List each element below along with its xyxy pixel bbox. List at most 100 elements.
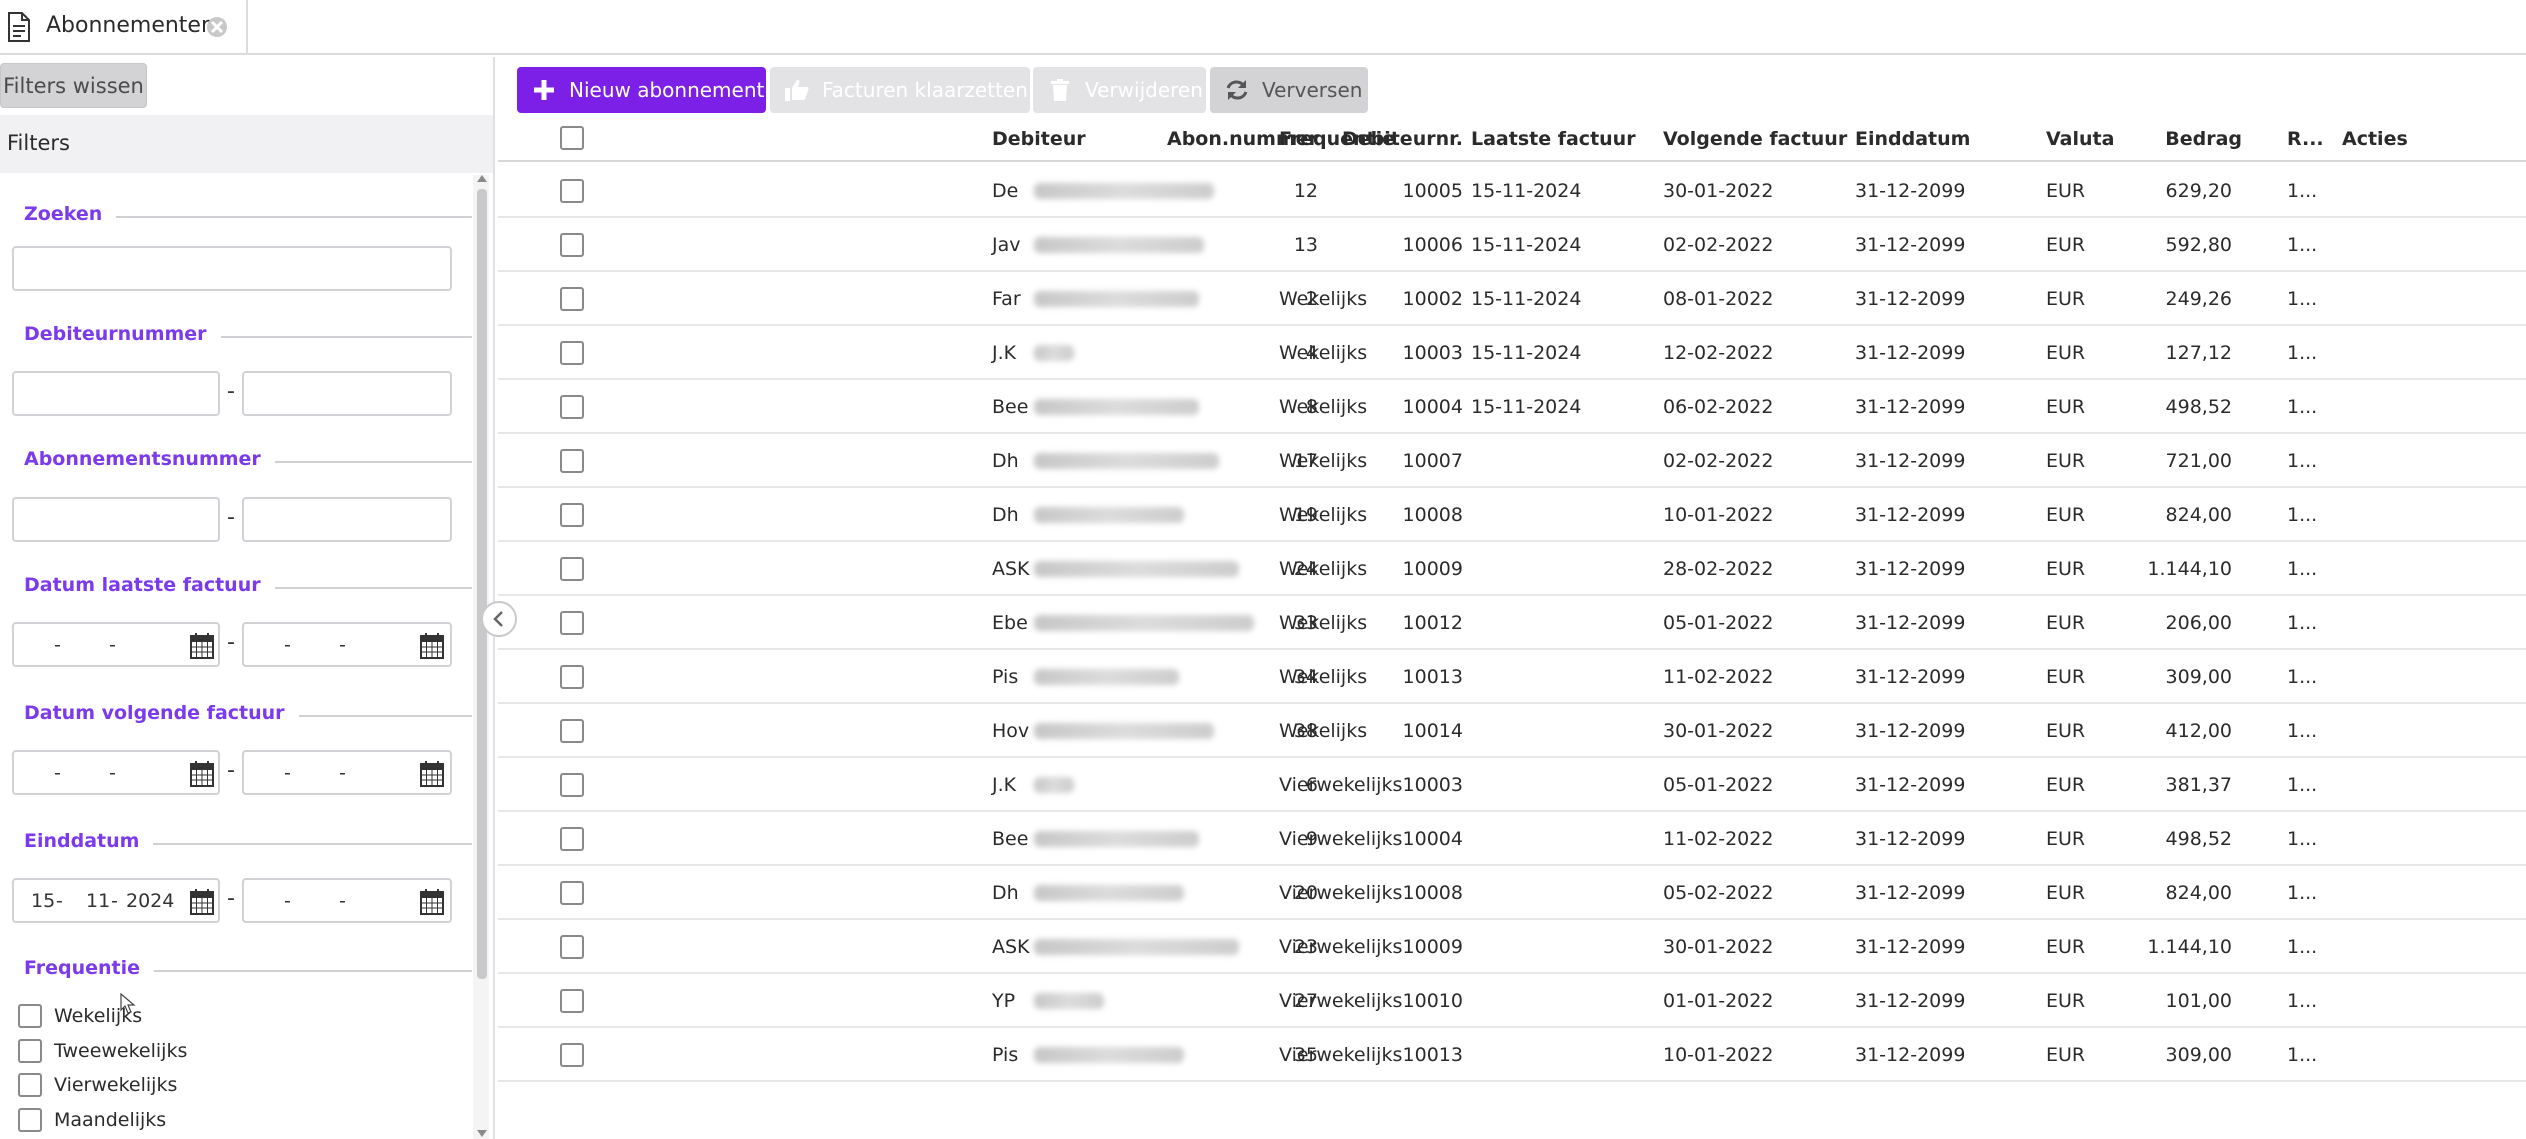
row-checkbox[interactable]	[560, 935, 584, 959]
delete-button[interactable]: Verwijderen	[1033, 67, 1206, 113]
section-title: Zoeken	[24, 203, 117, 225]
table-row[interactable]: 34 10013 Pis Wekelijks 11-02-2022 31-12-2099 E…	[498, 650, 2526, 704]
column-header-last-invoice[interactable]: Laatste factuur	[1471, 128, 1636, 150]
row-checkbox[interactable]	[560, 827, 584, 851]
row-checkbox[interactable]	[560, 233, 584, 257]
column-header-amount[interactable]: Bedrag	[2165, 128, 2242, 150]
last-invoice-date-from-input[interactable]: - -	[12, 622, 220, 667]
column-header-frequency[interactable]: Frequentie	[1279, 128, 1395, 150]
table-row[interactable]: 33 10012 Ebe Wekelijks 05-01-2022 31-12-2099 E…	[498, 596, 2526, 650]
row-checkbox[interactable]	[560, 449, 584, 473]
subscription-number-to-input[interactable]	[242, 497, 452, 542]
row-checkbox[interactable]	[560, 179, 584, 203]
sidebar-scrollbar-thumb[interactable]	[477, 189, 487, 979]
calendar-icon[interactable]	[190, 633, 214, 659]
table-row[interactable]: 19 10008 Dh Wekelijks 10-01-2022 31-12-2099 EU…	[498, 488, 2526, 542]
cell-debtor-number: 10010	[1402, 990, 1463, 1012]
table-row[interactable]: 24 10009 ASK Wekelijks 28-02-2022 31-12-2099 E…	[498, 542, 2526, 596]
table-row[interactable]: 12 10005 De 15-11-2024 30-01-2022 31-12-2099 E…	[498, 164, 2526, 218]
table-row[interactable]: 23 10009 ASK Vierwekelijks 30-01-2022 31-12-2…	[498, 920, 2526, 974]
subscription-number-from-input[interactable]	[12, 497, 220, 542]
table-row[interactable]: 27 10010 YP Vierwekelijks 01-01-2022 31-12-20…	[498, 974, 2526, 1028]
column-header-r[interactable]: R...	[2287, 128, 2324, 150]
cell-next-invoice: 02-02-2022	[1663, 234, 1774, 256]
table-row[interactable]: 13 10006 Jav 15-11-2024 02-02-2022 31-12-2099…	[498, 218, 2526, 272]
collapse-sidebar-button[interactable]	[481, 601, 517, 637]
row-checkbox[interactable]	[560, 665, 584, 689]
new-subscription-button[interactable]: Nieuw abonnement	[517, 67, 766, 113]
checkbox[interactable]	[18, 1004, 42, 1028]
tab-abonnementen[interactable]: Abonnementen	[0, 0, 248, 55]
row-checkbox[interactable]	[560, 773, 584, 797]
end-date-to-input[interactable]: - -	[242, 878, 452, 923]
next-invoice-date-from-input[interactable]: - -	[12, 750, 220, 795]
table-row[interactable]: 20 10008 Dh Vierwekelijks 05-02-2022 31-12-20…	[498, 866, 2526, 920]
column-header-next-invoice[interactable]: Volgende factuur	[1663, 128, 1847, 150]
cell-r: 1...	[2287, 450, 2318, 472]
checkbox[interactable]	[18, 1108, 42, 1132]
cell-debtor-number: 10007	[1402, 450, 1463, 472]
cell-next-invoice: 08-01-2022	[1663, 288, 1774, 310]
select-all-checkbox[interactable]	[560, 126, 584, 150]
checkbox[interactable]	[18, 1073, 42, 1097]
row-checkbox[interactable]	[560, 719, 584, 743]
table-row[interactable]: 38 10014 Hov Wekelijks 30-01-2022 31-12-2099 E…	[498, 704, 2526, 758]
prepare-invoices-button[interactable]: Facturen klaarzetten	[770, 67, 1030, 113]
calendar-icon[interactable]	[420, 633, 444, 659]
column-header-currency[interactable]: Valuta	[2046, 128, 2114, 150]
plus-icon	[534, 80, 554, 100]
row-checkbox[interactable]	[560, 989, 584, 1013]
table-row[interactable]: 4 10003 J.K Wekelijks 15-11-2024 12-02-2022 31…	[498, 326, 2526, 380]
table-row[interactable]: 2 10002 Far Wekelijks 15-11-2024 08-01-2022 31…	[498, 272, 2526, 326]
row-checkbox[interactable]	[560, 1043, 584, 1067]
debtor-number-from-input[interactable]	[12, 371, 220, 416]
row-checkbox[interactable]	[560, 341, 584, 365]
table-row[interactable]: 8 10004 Bee Wekelijks 15-11-2024 06-02-2022 31…	[498, 380, 2526, 434]
next-invoice-date-to-input[interactable]: - -	[242, 750, 452, 795]
cell-end-date: 31-12-2099	[1855, 828, 1966, 850]
calendar-icon[interactable]	[190, 889, 214, 915]
cell-amount: 1.144,10	[2147, 558, 2232, 580]
row-checkbox[interactable]	[560, 503, 584, 527]
column-header-debtor[interactable]: Debiteur	[992, 128, 1086, 150]
cell-amount: 824,00	[2165, 504, 2232, 526]
clear-filters-button[interactable]: Filters wissen	[0, 63, 147, 108]
calendar-icon[interactable]	[190, 761, 214, 787]
redacted-debtor-name	[1034, 885, 1184, 901]
redacted-debtor-name	[1034, 669, 1179, 685]
cell-last-invoice: 15-11-2024	[1471, 288, 1582, 310]
column-header-end-date[interactable]: Einddatum	[1855, 128, 1970, 150]
cell-debtor: Ebe	[992, 612, 1028, 634]
cell-amount: 309,00	[2165, 666, 2232, 688]
cell-debtor: Hov	[992, 720, 1030, 742]
scroll-down-icon[interactable]	[477, 1130, 487, 1137]
end-date-from-input[interactable]: 15 - 11 - 2024	[12, 878, 220, 923]
scroll-up-icon[interactable]	[477, 175, 487, 182]
table-row[interactable]: 6 10003 J.K Vierwekelijks 05-01-2022 31-12-20…	[498, 758, 2526, 812]
row-checkbox[interactable]	[560, 557, 584, 581]
redacted-debtor-name	[1034, 345, 1074, 361]
refresh-button[interactable]: Verversen	[1210, 67, 1368, 113]
cell-debtor-number: 10014	[1402, 720, 1463, 742]
cell-r: 1...	[2287, 936, 2318, 958]
row-checkbox[interactable]	[560, 611, 584, 635]
frequency-option-tweewekelijks[interactable]: Tweewekelijks	[18, 1037, 187, 1065]
last-invoice-date-to-input[interactable]: - -	[242, 622, 452, 667]
frequency-option-vierwekelijks[interactable]: Vierwekelijks	[18, 1071, 177, 1099]
table-row[interactable]: 17 10007 Dh Wekelijks 02-02-2022 31-12-2099 EU…	[498, 434, 2526, 488]
row-checkbox[interactable]	[560, 881, 584, 905]
cell-frequency: Wekelijks	[1279, 288, 1368, 310]
row-checkbox[interactable]	[560, 395, 584, 419]
range-separator: -	[227, 379, 235, 404]
calendar-icon[interactable]	[420, 761, 444, 787]
checkbox[interactable]	[18, 1039, 42, 1063]
table-row[interactable]: 9 10004 Bee Vierwekelijks 11-02-2022 31-12-20…	[498, 812, 2526, 866]
calendar-icon[interactable]	[420, 889, 444, 915]
redacted-debtor-name	[1034, 615, 1254, 631]
debtor-number-to-input[interactable]	[242, 371, 452, 416]
table-row[interactable]: 35 10013 Pis Vierwekelijks 10-01-2022 31-12-2…	[498, 1028, 2526, 1082]
frequency-option-maandelijks[interactable]: Maandelijks	[18, 1106, 166, 1134]
search-input[interactable]	[12, 246, 452, 291]
close-icon[interactable]	[206, 16, 228, 38]
row-checkbox[interactable]	[560, 287, 584, 311]
